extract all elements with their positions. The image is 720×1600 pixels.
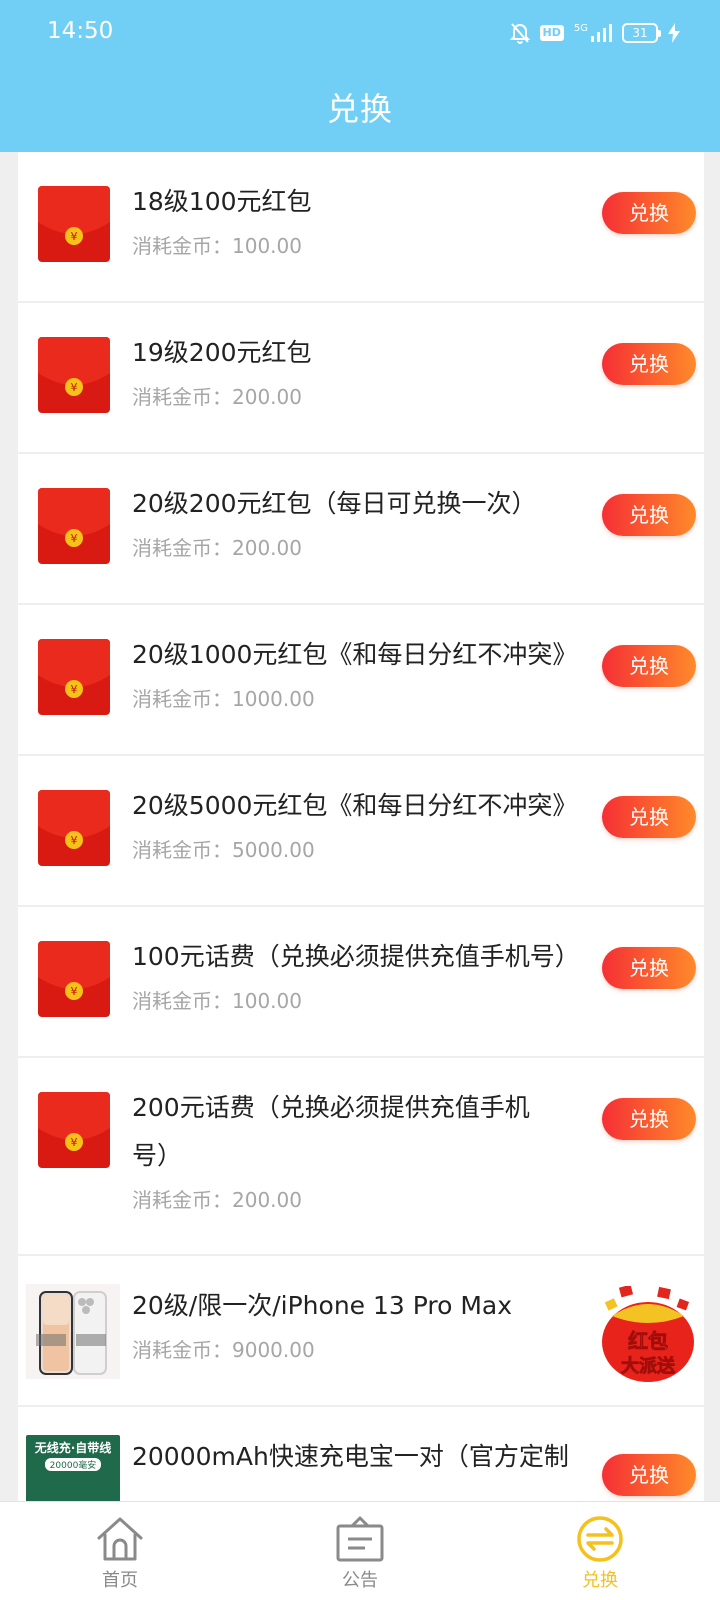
list-item: ¥ 18级100元红包 消耗金币：100.00 兑换 — [18, 152, 704, 303]
status-bar: 14:50 HD 5G 31 — [0, 0, 720, 64]
item-cost: 消耗金币：200.00 — [132, 381, 302, 410]
cost-label: 消耗金币： — [132, 687, 232, 711]
power-bank-label-2: 20000毫安 — [45, 1458, 101, 1471]
item-cost: 消耗金币：200.00 — [132, 1184, 302, 1213]
hd-badge: HD — [539, 25, 564, 41]
cost-label: 消耗金币： — [132, 989, 232, 1013]
app-header: 14:50 HD 5G 31 兑换 — [0, 0, 720, 152]
redeem-button[interactable]: 兑换 — [602, 1454, 696, 1496]
item-cost: 消耗金币：5000.00 — [132, 834, 315, 863]
network-type: 5G — [573, 23, 588, 34]
cost-value: 1000.00 — [232, 687, 315, 711]
item-cost: 消耗金币：100.00 — [132, 985, 302, 1014]
item-title: 100元话费（兑换必须提供充值手机号） — [132, 942, 580, 971]
nav-item-notice[interactable]: 公告 — [240, 1502, 480, 1600]
svg-text:¥: ¥ — [71, 532, 78, 545]
status-icons: HD 5G 31 — [509, 20, 680, 46]
battery-icon: 31 — [622, 23, 661, 43]
item-cost: 消耗金币：100.00 — [132, 230, 302, 259]
signal-icon: 5G — [574, 23, 612, 43]
list-item: ¥ 20级200元红包（每日可兑换一次） 消耗金币：200.00 兑换 — [18, 454, 704, 605]
list-item: ¥ 20级5000元红包《和每日分红不冲突》 消耗金币：5000.00 兑换 — [18, 756, 704, 907]
red-packet-promo-icon: 红包 大派送 — [602, 1284, 694, 1382]
item-title: 20000mAh快速充电宝一对（官方定制 — [132, 1442, 569, 1471]
cost-label: 消耗金币： — [132, 838, 232, 862]
iphone-product-image — [26, 1284, 120, 1379]
cost-label: 消耗金币： — [132, 234, 232, 258]
item-title: 20级5000元红包《和每日分红不冲突》 — [132, 791, 578, 820]
cost-value: 5000.00 — [232, 838, 315, 862]
list-item: 20级/限一次/iPhone 13 Pro Max 消耗金币：9000.00 红… — [18, 1256, 704, 1407]
power-bank-product-image: 无线充·自带线 20000毫安 — [26, 1435, 120, 1501]
svg-text:¥: ¥ — [71, 230, 78, 243]
cost-label: 消耗金币： — [132, 1188, 232, 1212]
exchange-list[interactable]: ¥ 18级100元红包 消耗金币：100.00 兑换 ¥ 19级200元红包 消… — [18, 152, 704, 1501]
list-item: ¥ 20级1000元红包《和每日分红不冲突》 消耗金币：1000.00 兑换 — [18, 605, 704, 756]
page-title: 兑换 — [326, 90, 393, 128]
cost-label: 消耗金币： — [132, 1338, 232, 1362]
nav-item-home[interactable]: 首页 — [0, 1502, 240, 1600]
item-title: 19级200元红包 — [132, 338, 312, 367]
red-packet-icon: ¥ — [38, 488, 110, 564]
redeem-button[interactable]: 兑换 — [602, 1098, 696, 1140]
item-title: 20级1000元红包《和每日分红不冲突》 — [132, 640, 578, 669]
red-packet-icon: ¥ — [38, 941, 110, 1017]
redeem-button[interactable]: 兑换 — [602, 494, 696, 536]
cost-value: 9000.00 — [232, 1338, 315, 1362]
cost-value: 200.00 — [232, 385, 302, 409]
cost-value: 200.00 — [232, 536, 302, 560]
cost-value: 200.00 — [232, 1188, 302, 1212]
cost-value: 100.00 — [232, 234, 302, 258]
exchange-icon — [577, 1516, 623, 1562]
cost-label: 消耗金币： — [132, 536, 232, 560]
svg-text:¥: ¥ — [71, 683, 78, 696]
cost-value: 100.00 — [232, 989, 302, 1013]
nav-item-exchange[interactable]: 兑换 — [480, 1502, 720, 1600]
red-packet-icon: ¥ — [38, 186, 110, 262]
item-title: 20级/限一次/iPhone 13 Pro Max — [132, 1291, 513, 1320]
nav-label: 兑换 — [582, 1570, 618, 1591]
item-cost: 消耗金币：9000.00 — [132, 1334, 315, 1363]
promo-line1: 红包 — [628, 1329, 668, 1353]
redeem-button[interactable]: 兑换 — [602, 192, 696, 234]
redeem-button[interactable]: 兑换 — [602, 947, 696, 989]
nav-label: 首页 — [102, 1570, 138, 1591]
redeem-button[interactable]: 兑换 — [602, 645, 696, 687]
charging-icon — [668, 23, 680, 43]
list-item: ¥ 100元话费（兑换必须提供充值手机号） 消耗金币：100.00 兑换 — [18, 907, 704, 1058]
item-title: 20级200元红包（每日可兑换一次） — [132, 489, 537, 518]
status-time: 14:50 — [47, 18, 114, 44]
list-item: 无线充·自带线 20000毫安 20000mAh快速充电宝一对（官方定制 兑换 — [18, 1407, 704, 1501]
battery-level: 31 — [632, 26, 648, 40]
item-cost: 消耗金币：1000.00 — [132, 683, 315, 712]
svg-text:¥: ¥ — [71, 985, 78, 998]
red-packet-promo-badge[interactable]: 红包 大派送 — [598, 1284, 698, 1386]
redeem-button[interactable]: 兑换 — [602, 796, 696, 838]
bottom-navigation: 首页 公告 兑换 — [0, 1501, 720, 1600]
promo-line2: 大派送 — [621, 1355, 676, 1377]
item-title: 18级100元红包 — [132, 187, 312, 216]
cost-label: 消耗金币： — [132, 385, 232, 409]
svg-text:¥: ¥ — [71, 1136, 78, 1149]
red-packet-icon: ¥ — [38, 639, 110, 715]
home-icon — [97, 1517, 143, 1561]
notice-board-icon — [336, 1516, 384, 1562]
red-packet-icon: ¥ — [38, 337, 110, 413]
svg-text:¥: ¥ — [71, 834, 78, 847]
item-title: 200元话费（兑换必须提供充值手机号） — [132, 1093, 530, 1170]
list-item: ¥ 200元话费（兑换必须提供充值手机号） 消耗金币：200.00 兑换 — [18, 1058, 704, 1256]
red-packet-icon: ¥ — [38, 1092, 110, 1168]
svg-text:¥: ¥ — [71, 381, 78, 394]
mute-bell-icon — [509, 22, 530, 44]
power-bank-label-1: 无线充·自带线 — [34, 1441, 112, 1455]
item-cost: 消耗金币：200.00 — [132, 532, 302, 561]
redeem-button[interactable]: 兑换 — [602, 343, 696, 385]
list-item: ¥ 19级200元红包 消耗金币：200.00 兑换 — [18, 303, 704, 454]
red-packet-icon: ¥ — [38, 790, 110, 866]
nav-label: 公告 — [342, 1570, 378, 1591]
